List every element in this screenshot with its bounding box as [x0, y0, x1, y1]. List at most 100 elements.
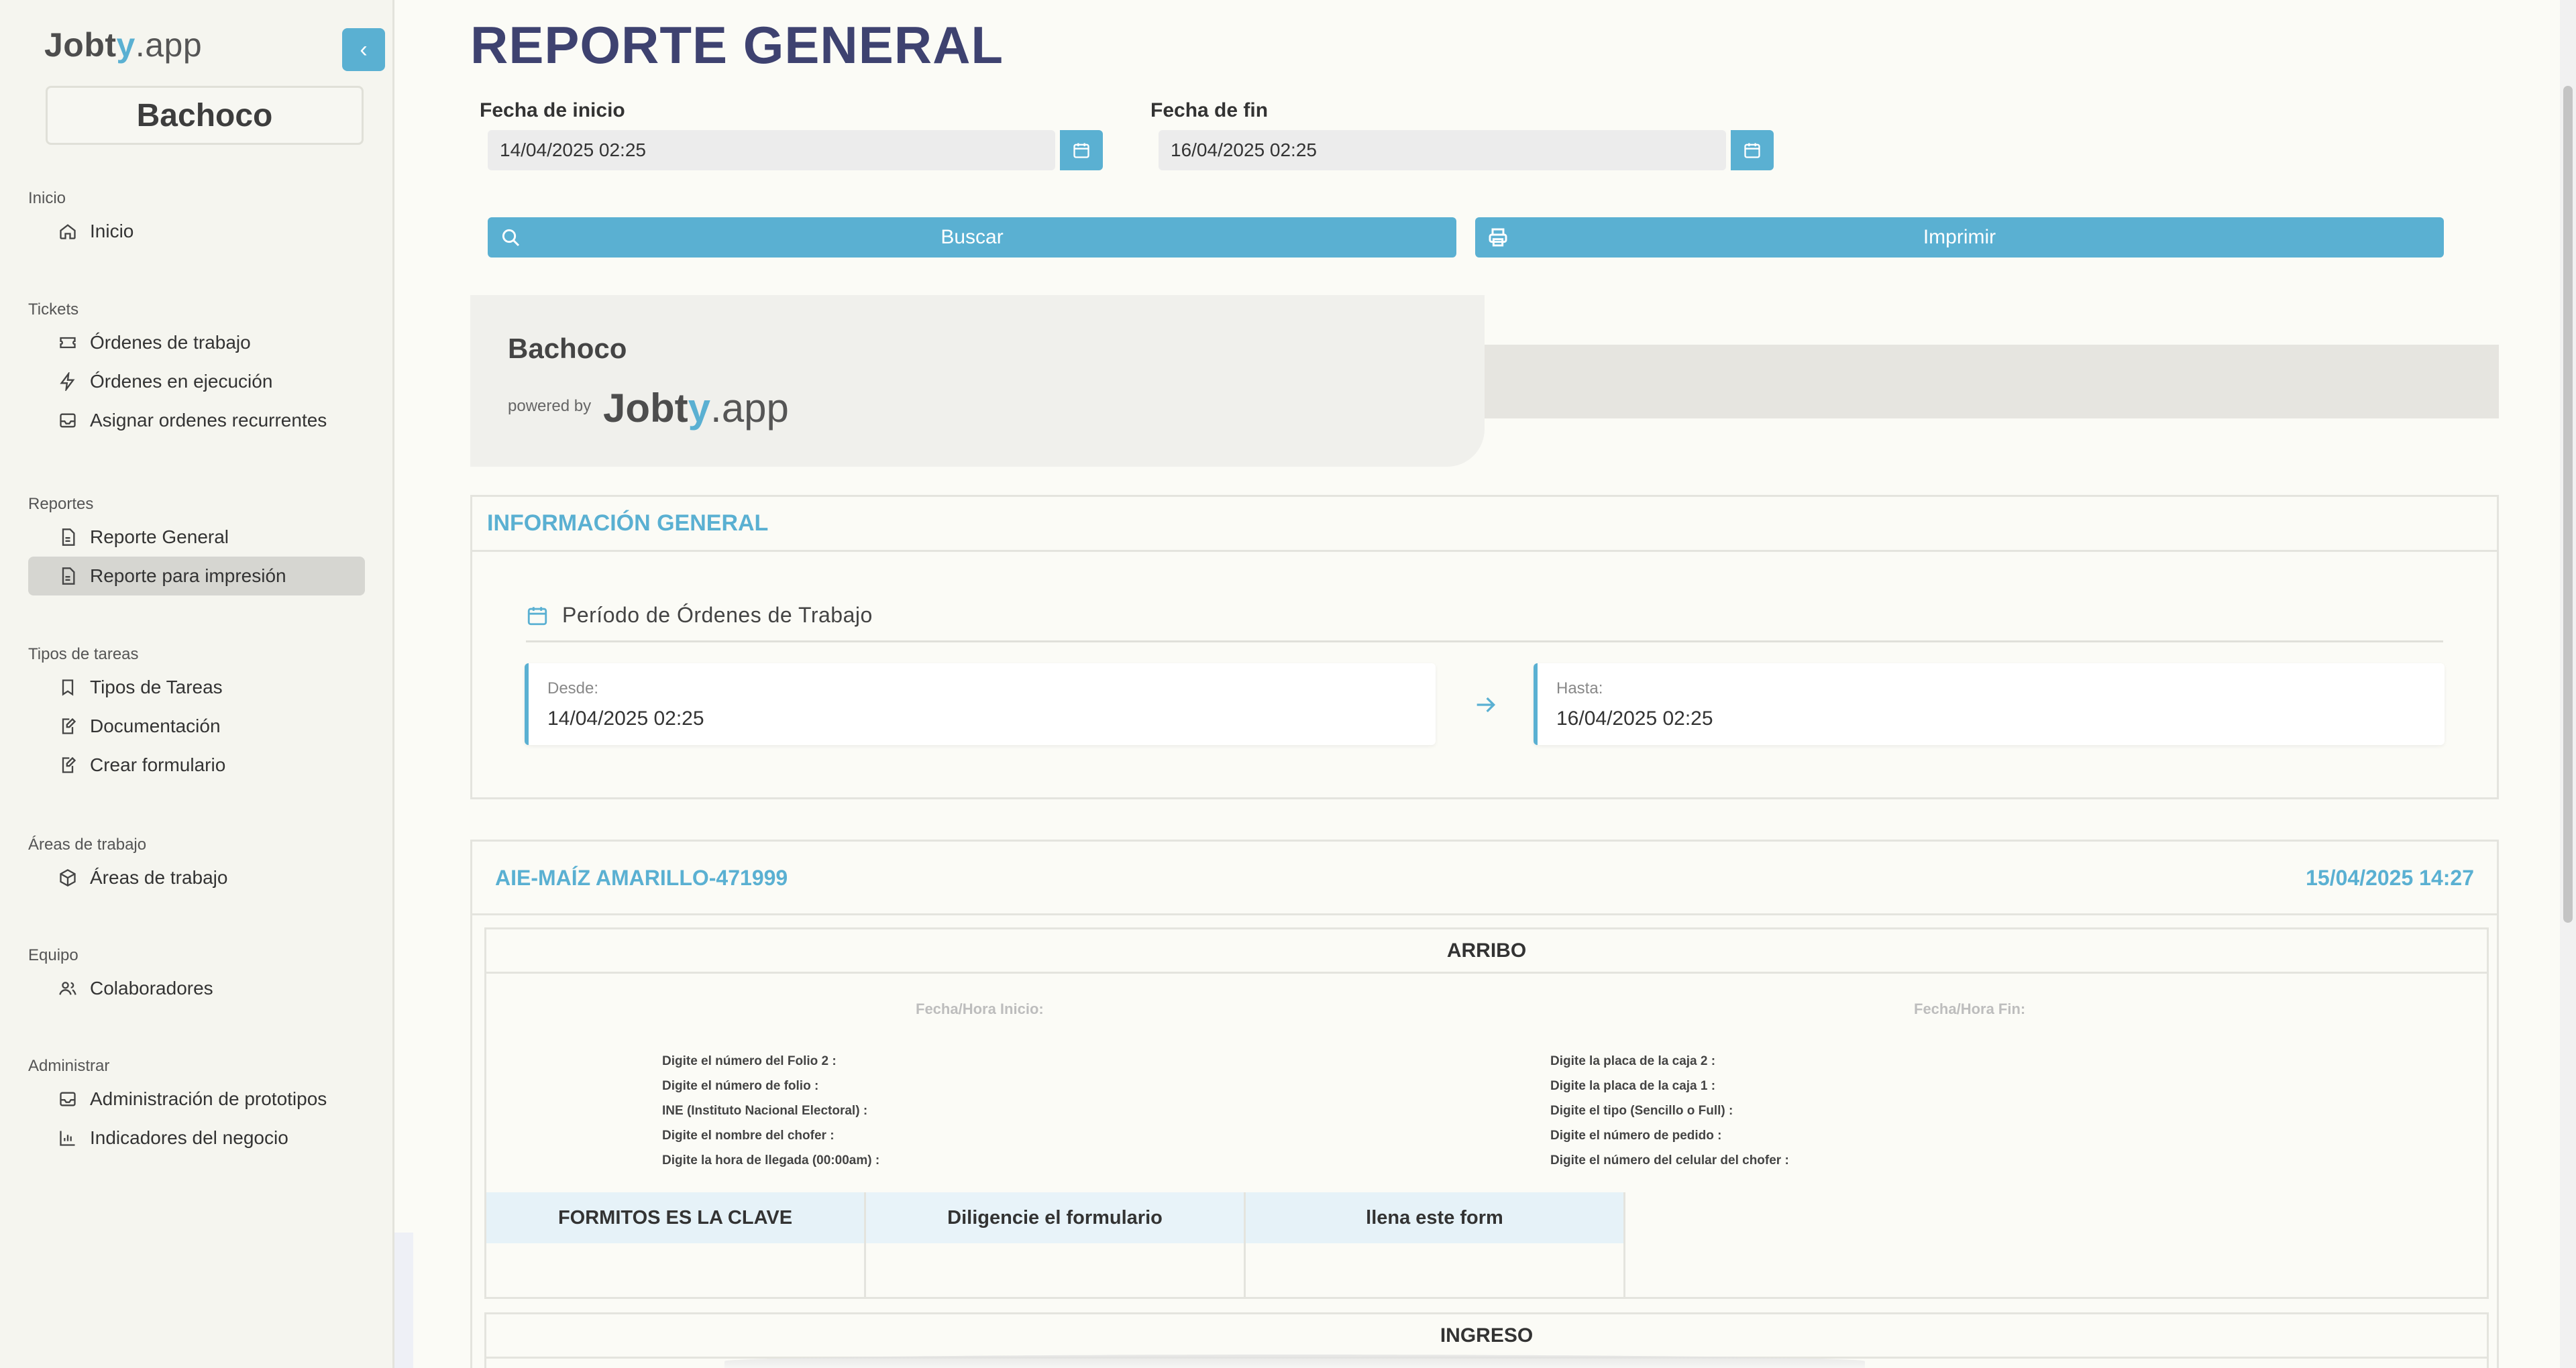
arrow-right-icon	[1470, 691, 1501, 718]
end-date-label: Fecha de fin	[1150, 99, 1269, 121]
period-from-card: Desde: 14/04/2025 02:25	[525, 663, 1436, 745]
file-icon	[58, 566, 78, 586]
nav-section-equipo: Equipo Colaboradores	[28, 942, 365, 1008]
form-table-header: llena este form	[1246, 1192, 1623, 1243]
brand-card: Bachoco powered by Jobty.app	[470, 295, 1485, 467]
general-info-heading: INFORMACIÓN GENERAL	[472, 497, 2497, 552]
question-label: Digite el número de pedido :	[1550, 1129, 1722, 1143]
form-table: FORMITOS ES LA CLAVE Diligencie el formu…	[486, 1192, 1625, 1298]
end-time-label: Fecha/Hora Fin:	[1914, 1001, 2026, 1017]
nav-section-title: Tipos de tareas	[28, 645, 139, 663]
nav-section-title: Reportes	[28, 495, 94, 513]
start-date-input[interactable]: 14/04/2025 02:25	[488, 130, 1055, 170]
section-title: ARRIBO	[486, 929, 2487, 974]
question-label: Digite la placa de la caja 1 :	[1550, 1079, 1716, 1093]
jobty-logo: Jobty.app	[603, 386, 789, 431]
sidebar-item-label: Inicio	[90, 221, 134, 241]
sidebar-item-documentacion[interactable]: Documentación	[28, 707, 365, 746]
edit-file-icon	[58, 716, 78, 736]
nav-section-title: Tickets	[28, 300, 79, 319]
users-icon	[58, 978, 78, 999]
form-table-header: Diligencie el formulario	[866, 1192, 1244, 1243]
sidebar-item-label: Indicadores del negocio	[90, 1127, 288, 1148]
form-table-header: FORMITOS ES LA CLAVE	[486, 1192, 864, 1243]
sidebar-item-label: Áreas de trabajo	[90, 867, 228, 888]
printer-icon	[1487, 227, 1509, 248]
nav-section-title: Administrar	[28, 1057, 110, 1075]
form-table-column: FORMITOS ES LA CLAVE	[486, 1192, 866, 1298]
end-date-input[interactable]: 16/04/2025 02:25	[1159, 130, 1726, 170]
sidebar-item-tipos-tareas[interactable]: Tipos de Tareas	[28, 668, 365, 707]
app-root: Jobty.app ‹ Bachoco Inicio Inicio Ticket…	[0, 0, 2576, 1368]
print-button-label: Imprimir	[1923, 226, 1996, 248]
work-order-header: AIE-MAÍZ AMARILLO-471999 15/04/2025 14:2…	[472, 842, 2497, 915]
calendar-icon	[1072, 141, 1091, 160]
nav-section-tipos: Tipos de tareas Tipos de Tareas Document…	[28, 641, 365, 785]
sidebar-item-reporte-impresion[interactable]: Reporte para impresión	[28, 557, 365, 595]
nav-section-tickets: Tickets Órdenes de trabajo Órdenes en ej…	[28, 296, 365, 440]
section-arribo: ARRIBO Fecha/Hora Inicio: Fecha/Hora Fin…	[484, 927, 2489, 1299]
question-label: Digite el número del celular del chofer …	[1550, 1153, 1789, 1167]
sidebar-item-label: Reporte para impresión	[90, 565, 286, 586]
question-label: Digite el nombre del chofer :	[662, 1129, 835, 1143]
company-selector[interactable]: Bachoco	[46, 86, 364, 145]
brand-company-name: Bachoco	[508, 333, 627, 364]
sidebar-item-label: Órdenes en ejecución	[90, 371, 273, 392]
question-label: Digite el número de folio :	[662, 1079, 819, 1093]
from-value: 14/04/2025 02:25	[547, 707, 704, 730]
nav-section-areas: Áreas de trabajo Áreas de trabajo	[28, 832, 365, 897]
nav-section-title: Equipo	[28, 946, 78, 964]
question-label: Digite la placa de la caja 2 :	[1550, 1054, 1716, 1068]
sidebar-item-colaboradores[interactable]: Colaboradores	[28, 969, 365, 1008]
question-label: Digite el número del Folio 2 :	[662, 1054, 837, 1068]
bookmark-icon	[58, 677, 78, 697]
start-date-calendar-button[interactable]	[1060, 130, 1103, 170]
edit-file-icon	[58, 755, 78, 775]
print-button[interactable]: Imprimir	[1475, 217, 2444, 258]
sidebar-item-reporte-general[interactable]: Reporte General	[28, 518, 365, 557]
collapse-sidebar-button[interactable]: ‹	[342, 28, 385, 71]
sidebar-item-inicio[interactable]: Inicio	[28, 212, 365, 251]
sidebar-item-label: Tipos de Tareas	[90, 677, 223, 697]
search-button[interactable]: Buscar	[488, 217, 1456, 258]
work-order-date: 15/04/2025 14:27	[2306, 866, 2474, 890]
sidebar-item-admin-prototipos[interactable]: Administración de prototipos	[28, 1080, 365, 1119]
sidebar-item-label: Crear formulario	[90, 754, 226, 775]
sidebar-item-ordenes-recurrentes[interactable]: Asignar ordenes recurrentes	[28, 401, 365, 440]
divider	[526, 640, 2443, 642]
sidebar-item-label: Colaboradores	[90, 978, 213, 999]
question-label: Digite la hora de llegada (00:00am) :	[662, 1153, 880, 1167]
period-title: Período de Órdenes de Trabajo	[562, 603, 873, 627]
sidebar-item-areas-trabajo[interactable]: Áreas de trabajo	[28, 858, 365, 897]
sidebar-item-label: Órdenes de trabajo	[90, 332, 251, 353]
form-table-column: llena este form	[1246, 1192, 1625, 1298]
nav-section-inicio: Inicio Inicio	[28, 185, 365, 251]
to-value: 16/04/2025 02:25	[1556, 707, 1713, 730]
sidebar-item-crear-formulario[interactable]: Crear formulario	[28, 746, 365, 785]
home-icon	[58, 221, 78, 241]
period-to-card: Hasta: 16/04/2025 02:25	[1534, 663, 2445, 745]
powered-by-label: powered by	[508, 397, 592, 415]
calendar-icon	[526, 604, 549, 627]
app-logo[interactable]: Jobty.app	[44, 25, 202, 64]
sidebar-item-indicadores[interactable]: Indicadores del negocio	[28, 1119, 365, 1157]
question-label: INE (Instituto Nacional Electoral) :	[662, 1104, 868, 1118]
search-icon	[500, 227, 521, 248]
bolt-icon	[58, 372, 78, 392]
calendar-icon	[1743, 141, 1762, 160]
scrollbar-thumb[interactable]	[2563, 86, 2573, 923]
start-date-label: Fecha de inicio	[480, 99, 625, 121]
work-order-panel: AIE-MAÍZ AMARILLO-471999 15/04/2025 14:2…	[470, 840, 2499, 1368]
inbox-icon	[58, 410, 78, 431]
page-scrollbar[interactable]	[2560, 0, 2576, 1368]
nav-section-reportes: Reportes Reporte General Reporte para im…	[28, 491, 365, 595]
page-title: REPORTE GENERAL	[470, 15, 1004, 74]
sidebar-item-ordenes-ejecucion[interactable]: Órdenes en ejecución	[28, 362, 365, 401]
chevron-left-icon: ‹	[360, 36, 368, 62]
to-caption: Hasta:	[1556, 679, 1603, 697]
bottom-shadow	[724, 1355, 1865, 1368]
sidebar-item-ordenes-trabajo[interactable]: Órdenes de trabajo	[28, 323, 365, 362]
section-title: INGRESO	[486, 1314, 2487, 1359]
general-info-panel: INFORMACIÓN GENERAL Período de Órdenes d…	[470, 495, 2499, 799]
end-date-calendar-button[interactable]	[1731, 130, 1774, 170]
